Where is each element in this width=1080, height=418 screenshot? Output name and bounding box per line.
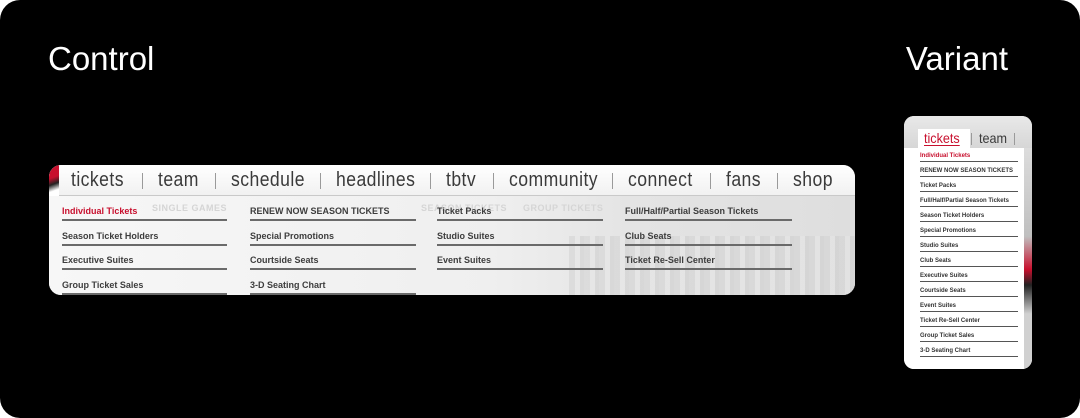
nav-separator — [493, 173, 494, 189]
menu-link-ticket-resell-center[interactable]: Ticket Re-Sell Center — [625, 255, 792, 270]
tab-team[interactable]: team — [979, 130, 1007, 146]
mobile-menu-item[interactable]: Club Seats — [920, 258, 1018, 267]
nav-item-fans[interactable]: fans — [726, 169, 761, 192]
nav-item-team[interactable]: team — [158, 169, 199, 192]
nav-item-shop[interactable]: shop — [793, 169, 833, 192]
menu-link-executive-suites[interactable]: Executive Suites — [62, 255, 227, 270]
variant-nav-screenshot: tickets team Individual Tickets RENEW NO… — [904, 116, 1032, 369]
mobile-menu-item[interactable]: Executive Suites — [920, 273, 1018, 282]
mobile-menu-item[interactable]: Studio Suites — [920, 243, 1018, 252]
control-label: Control — [48, 40, 155, 77]
nav-item-schedule[interactable]: schedule — [231, 169, 305, 192]
mobile-menu-item[interactable]: Event Suites — [920, 303, 1018, 312]
tab-separator — [971, 133, 972, 145]
tickets-dropdown-panel: SINGLE GAMES SEASON TICKETS GROUP TICKET… — [49, 196, 855, 295]
menu-link-club-seats[interactable]: Club Seats — [625, 231, 792, 246]
mobile-menu-item[interactable]: Season Ticket Holders — [920, 213, 1018, 222]
mobile-menu-item[interactable]: Full/Half/Partial Season Tickets — [920, 198, 1018, 207]
menu-link-event-suites[interactable]: Event Suites — [437, 255, 603, 270]
nav-separator — [215, 173, 216, 189]
mobile-menu-item[interactable]: Courtside Seats — [920, 288, 1018, 297]
control-nav-screenshot: tickets team schedule headlines tbtv com… — [49, 165, 855, 295]
main-nav-bar: tickets team schedule headlines tbtv com… — [49, 165, 855, 196]
nav-separator — [612, 173, 613, 189]
nav-separator — [430, 173, 431, 189]
menu-link-group-ticket-sales[interactable]: Group Ticket Sales — [62, 280, 227, 295]
nav-item-tbtv[interactable]: tbtv — [446, 169, 476, 192]
menu-link-season-ticket-holders[interactable]: Season Ticket Holders — [62, 231, 227, 246]
nav-separator — [142, 173, 143, 189]
tab-separator — [1014, 133, 1015, 145]
nav-item-connect[interactable]: connect — [628, 169, 693, 192]
nav-item-headlines[interactable]: headlines — [336, 169, 415, 192]
menu-link-ticket-packs[interactable]: Ticket Packs — [437, 206, 603, 221]
mobile-menu-item[interactable]: Ticket Re-Sell Center — [920, 318, 1018, 327]
menu-link-renew-season-tickets[interactable]: RENEW NOW SEASON TICKETS — [250, 206, 416, 221]
menu-link-full-half-partial-season[interactable]: Full/Half/Partial Season Tickets — [625, 206, 792, 221]
comparison-canvas: Control Variant tickets team schedule he… — [0, 0, 1080, 418]
menu-link-studio-suites[interactable]: Studio Suites — [437, 231, 603, 246]
menu-link-3d-seating-chart[interactable]: 3-D Seating Chart — [250, 280, 416, 295]
nav-item-community[interactable]: community — [509, 169, 598, 192]
nav-separator — [710, 173, 711, 189]
menu-link-special-promotions[interactable]: Special Promotions — [250, 231, 416, 246]
menu-link-courtside-seats[interactable]: Courtside Seats — [250, 255, 416, 270]
nav-separator — [777, 173, 778, 189]
logo-corner-accent — [49, 165, 59, 196]
nav-separator — [320, 173, 321, 189]
mobile-nav-header: tickets team — [904, 116, 1032, 148]
tab-tickets[interactable]: tickets — [924, 130, 960, 146]
mobile-menu-item[interactable]: Individual Tickets — [920, 153, 1018, 162]
mobile-menu-item[interactable]: Group Ticket Sales — [920, 333, 1018, 342]
menu-link-individual-tickets[interactable]: Individual Tickets — [62, 206, 227, 221]
background-photo-strip — [1024, 148, 1032, 369]
variant-label: Variant — [905, 40, 1008, 77]
mobile-menu-item[interactable]: RENEW NOW SEASON TICKETS — [920, 168, 1018, 177]
mobile-menu-item[interactable]: Ticket Packs — [920, 183, 1018, 192]
nav-item-tickets[interactable]: tickets — [71, 169, 124, 192]
mobile-menu-item[interactable]: Special Promotions — [920, 228, 1018, 237]
mobile-menu-item[interactable]: 3-D Seating Chart — [920, 348, 1018, 357]
